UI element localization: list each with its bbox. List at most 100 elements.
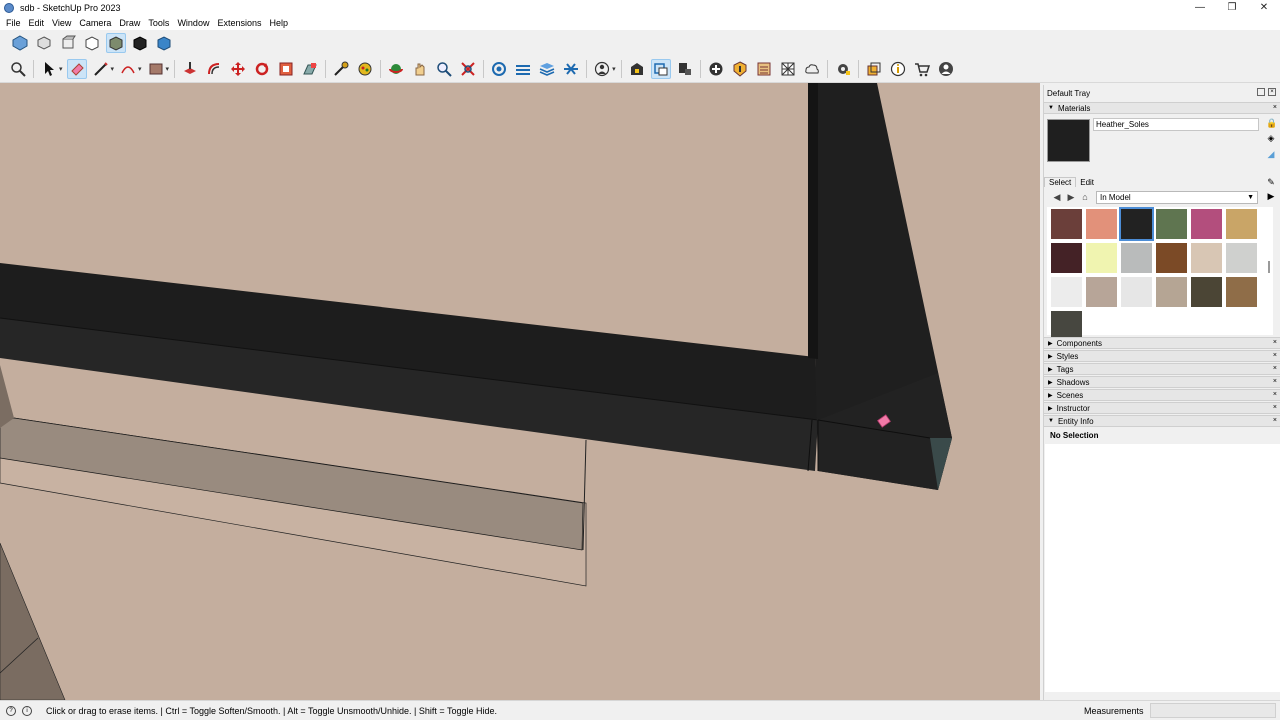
arc-dropdown-icon[interactable]: ▾ <box>138 65 142 73</box>
back-arrow-icon[interactable]: ◀ <box>1050 192 1064 203</box>
panel-tags-header[interactable]: ▶ Tags × <box>1044 363 1280 375</box>
menu-window[interactable]: Window <box>173 18 213 28</box>
account-icon[interactable] <box>936 59 956 79</box>
menu-help[interactable]: Help <box>265 18 292 28</box>
menu-camera[interactable]: Camera <box>75 18 115 28</box>
menu-view[interactable]: View <box>48 18 75 28</box>
sandbox-icon[interactable] <box>513 59 533 79</box>
offset-icon[interactable] <box>204 59 224 79</box>
material-swatch[interactable] <box>1121 277 1152 307</box>
model-scene[interactable] <box>0 83 1040 700</box>
panel-shadows-header[interactable]: ▶ Shadows × <box>1044 376 1280 388</box>
profile-icon[interactable] <box>592 59 612 79</box>
sample-paint-icon[interactable]: ✎ <box>1266 177 1276 187</box>
warehouse-icon[interactable] <box>627 59 647 79</box>
rotate-icon[interactable] <box>252 59 272 79</box>
iso-view-icon[interactable] <box>10 33 30 53</box>
library-select[interactable]: In Model ▼ <box>1096 190 1258 204</box>
cloud-icon[interactable] <box>802 59 822 79</box>
maximize-button[interactable]: ❐ <box>1216 0 1248 15</box>
scale-icon[interactable] <box>276 59 296 79</box>
panel-entity-info-header[interactable]: ▼ Entity Info × <box>1044 415 1280 427</box>
push-pull-icon[interactable] <box>180 59 200 79</box>
material-name-field[interactable]: Heather_Soles <box>1093 118 1259 131</box>
rectangle-icon[interactable] <box>146 59 166 79</box>
pan-icon[interactable] <box>410 59 430 79</box>
top-view-icon[interactable] <box>34 33 54 53</box>
bottom-view-icon[interactable] <box>154 33 174 53</box>
swatch-scrollbar[interactable] <box>1267 211 1271 331</box>
back-view-icon[interactable] <box>106 33 126 53</box>
outliner-icon[interactable] <box>864 59 884 79</box>
measurements-input[interactable] <box>1150 703 1276 718</box>
orbit-icon[interactable] <box>386 59 406 79</box>
material-swatch[interactable] <box>1156 209 1187 239</box>
close-button[interactable]: ✕ <box>1248 0 1280 15</box>
model-viewport[interactable] <box>0 83 1040 700</box>
tray-pin-icon[interactable] <box>1257 88 1265 96</box>
create-material-icon[interactable]: ◈ <box>1266 133 1276 143</box>
section-plane-icon[interactable] <box>489 59 509 79</box>
material-swatch[interactable] <box>1051 243 1082 273</box>
left-view-icon[interactable] <box>130 33 150 53</box>
lock-icon[interactable]: 🔒 <box>1266 118 1277 128</box>
classifier-icon[interactable] <box>754 59 774 79</box>
paint-bucket-icon[interactable] <box>355 59 375 79</box>
material-swatch[interactable] <box>1086 277 1117 307</box>
default-material-icon[interactable]: ◢ <box>1266 149 1276 159</box>
right-view-icon[interactable] <box>82 33 102 53</box>
geo-location-icon[interactable]: ? <box>6 705 16 716</box>
credits-icon[interactable]: i <box>22 705 32 716</box>
select-icon[interactable] <box>39 59 59 79</box>
tab-select[interactable]: Select <box>1044 177 1077 187</box>
zoom-icon[interactable] <box>8 59 28 79</box>
menu-edit[interactable]: Edit <box>25 18 49 28</box>
panel-close-icon[interactable]: × <box>1273 391 1277 398</box>
component-icon[interactable] <box>675 59 695 79</box>
tape-measure-icon[interactable] <box>331 59 351 79</box>
material-swatch[interactable] <box>1156 243 1187 273</box>
material-swatch[interactable] <box>1226 243 1257 273</box>
rectangle-dropdown-icon[interactable]: ▾ <box>166 65 170 73</box>
material-swatch[interactable] <box>1086 243 1117 273</box>
styles-icon[interactable] <box>730 59 750 79</box>
add-location-icon[interactable] <box>706 59 726 79</box>
minimize-button[interactable]: — <box>1184 0 1216 15</box>
solid-tools-icon[interactable] <box>778 59 798 79</box>
info-icon[interactable] <box>888 59 908 79</box>
menu-draw[interactable]: Draw <box>115 18 144 28</box>
menu-file[interactable]: File <box>2 18 25 28</box>
material-swatch[interactable] <box>1051 277 1082 307</box>
panel-close-icon[interactable]: × <box>1273 352 1277 359</box>
layers-icon[interactable] <box>537 59 557 79</box>
panel-close-icon[interactable]: × <box>1273 365 1277 372</box>
material-swatch[interactable] <box>1226 277 1257 307</box>
material-swatch[interactable] <box>1226 209 1257 239</box>
material-swatch[interactable] <box>1051 209 1082 239</box>
front-view-icon[interactable] <box>58 33 78 53</box>
profile-dropdown-icon[interactable]: ▾ <box>612 65 616 73</box>
details-arrow-icon[interactable]: ▶ <box>1266 191 1276 201</box>
terrain-icon[interactable] <box>561 59 581 79</box>
panel-scenes-header[interactable]: ▶ Scenes × <box>1044 389 1280 401</box>
menu-extensions[interactable]: Extensions <box>213 18 265 28</box>
panel-close-icon[interactable]: × <box>1273 404 1277 411</box>
material-swatch[interactable] <box>1191 243 1222 273</box>
line-icon[interactable] <box>91 59 111 79</box>
forward-arrow-icon[interactable]: ▶ <box>1064 192 1078 203</box>
panel-close-icon[interactable]: × <box>1273 417 1277 424</box>
material-swatch[interactable] <box>1191 277 1222 307</box>
move-icon[interactable] <box>228 59 248 79</box>
material-swatch[interactable] <box>1191 209 1222 239</box>
panel-instructor-header[interactable]: ▶ Instructor × <box>1044 402 1280 414</box>
material-swatch[interactable] <box>1119 207 1154 241</box>
settings-icon[interactable] <box>833 59 853 79</box>
panel-materials-header[interactable]: ▼ Materials × <box>1044 102 1280 114</box>
menu-tools[interactable]: Tools <box>144 18 173 28</box>
panel-close-icon[interactable]: × <box>1273 339 1277 346</box>
select-dropdown-icon[interactable]: ▾ <box>59 65 63 73</box>
tray-close-icon[interactable]: × <box>1268 88 1276 96</box>
home-icon[interactable]: ⌂ <box>1078 192 1092 202</box>
tab-edit[interactable]: Edit <box>1076 178 1098 187</box>
panel-styles-header[interactable]: ▶ Styles × <box>1044 350 1280 362</box>
